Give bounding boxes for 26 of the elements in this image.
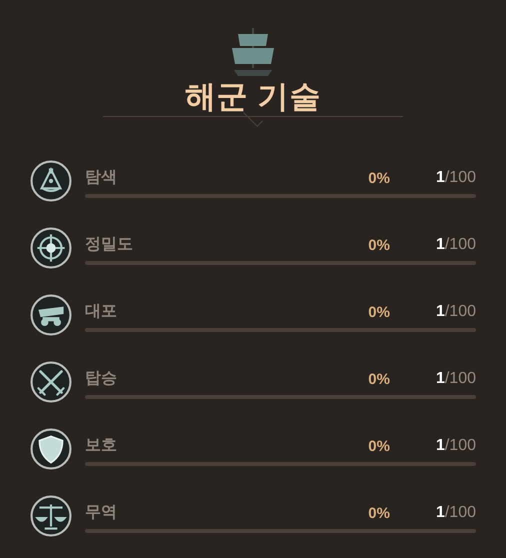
skill-percent: 0%: [367, 504, 390, 524]
skill-percent: 0%: [367, 168, 390, 188]
sextant-icon: [40, 167, 62, 192]
skill-percent: 0%: [367, 236, 390, 256]
skill-name: 탑승: [85, 369, 117, 389]
skill-rank: 1/100: [436, 436, 476, 456]
skill-name: 보호: [85, 436, 117, 456]
skill-rank: 1/100: [436, 369, 476, 389]
skill-name: 무역: [85, 503, 117, 523]
skill-rank: 1/100: [436, 302, 476, 322]
skill-percent: 0%: [367, 302, 390, 322]
page-title: 해군 기술: [184, 78, 322, 116]
skill-rank: 1/100: [436, 503, 476, 523]
crossed-swords-icon: [37, 370, 65, 396]
shield-icon: [38, 436, 64, 464]
skill-name: 정밀도: [85, 235, 133, 255]
cannon-icon: [38, 306, 64, 326]
target-icon: [36, 233, 66, 263]
ship-icon: [230, 28, 276, 76]
scales-icon: [36, 503, 66, 530]
skill-percent: 0%: [367, 370, 390, 390]
skill-rank: 1/100: [436, 168, 476, 188]
skill-rank: 1/100: [436, 235, 476, 255]
skill-name: 탐색: [85, 168, 117, 188]
skill-name: 대포: [85, 302, 117, 322]
skill-percent: 0%: [367, 436, 390, 456]
